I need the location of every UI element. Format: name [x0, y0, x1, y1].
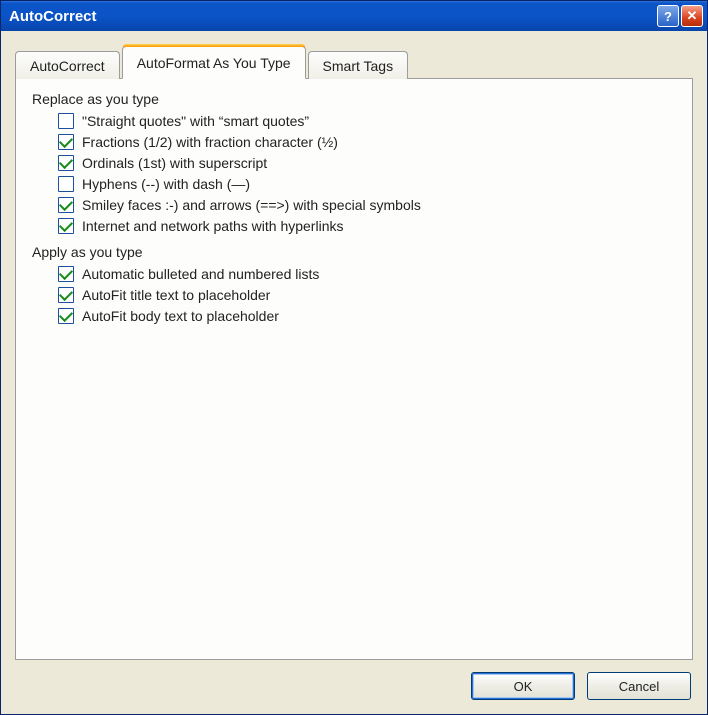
option-label: AutoFit body text to placeholder — [82, 308, 279, 324]
autocorrect-dialog: AutoCorrect ? ✕ AutoCorrect AutoFormat A… — [0, 0, 708, 715]
option-label: AutoFit title text to placeholder — [82, 287, 270, 303]
group-label-replace: Replace as you type — [32, 91, 676, 107]
option-straight-quotes: "Straight quotes" with “smart quotes” — [58, 113, 676, 129]
tab-panel: Replace as you type "Straight quotes" wi… — [15, 78, 693, 660]
group-label-apply: Apply as you type — [32, 244, 676, 260]
close-icon: ✕ — [687, 8, 698, 24]
checkbox-ordinals[interactable] — [58, 155, 74, 171]
checkbox-hyphens[interactable] — [58, 176, 74, 192]
dialog-title: AutoCorrect — [9, 8, 655, 25]
option-hyperlinks: Internet and network paths with hyperlin… — [58, 218, 676, 234]
checkbox-straight-quotes[interactable] — [58, 113, 74, 129]
tab-label: Smart Tags — [323, 58, 394, 74]
option-label: Ordinals (1st) with superscript — [82, 155, 267, 171]
option-label: Fractions (1/2) with fraction character … — [82, 134, 338, 150]
cancel-button[interactable]: Cancel — [587, 672, 691, 700]
tabstrip: AutoCorrect AutoFormat As You Type Smart… — [15, 45, 693, 79]
option-hyphens: Hyphens (--) with dash (—) — [58, 176, 676, 192]
option-autofit-body: AutoFit body text to placeholder — [58, 308, 676, 324]
dialog-body: AutoCorrect AutoFormat As You Type Smart… — [1, 31, 707, 714]
tab-smart-tags[interactable]: Smart Tags — [308, 51, 409, 79]
tab-label: AutoCorrect — [30, 58, 105, 74]
tab-autoformat-as-you-type[interactable]: AutoFormat As You Type — [122, 46, 306, 79]
close-button[interactable]: ✕ — [681, 5, 703, 27]
option-fractions: Fractions (1/2) with fraction character … — [58, 134, 676, 150]
option-label: Internet and network paths with hyperlin… — [82, 218, 343, 234]
help-icon: ? — [664, 9, 672, 24]
ok-button[interactable]: OK — [471, 672, 575, 700]
option-autofit-title: AutoFit title text to placeholder — [58, 287, 676, 303]
titlebar[interactable]: AutoCorrect ? ✕ — [1, 1, 707, 31]
button-label: Cancel — [619, 679, 659, 694]
option-label: Smiley faces :-) and arrows (==>) with s… — [82, 197, 421, 213]
option-label: Automatic bulleted and numbered lists — [82, 266, 319, 282]
checkbox-autofit-body[interactable] — [58, 308, 74, 324]
tab-autocorrect[interactable]: AutoCorrect — [15, 51, 120, 79]
tab-label: AutoFormat As You Type — [137, 55, 291, 71]
checkbox-hyperlinks[interactable] — [58, 218, 74, 234]
checkbox-autofit-title[interactable] — [58, 287, 74, 303]
dialog-footer: OK Cancel — [15, 660, 693, 704]
button-label: OK — [514, 679, 533, 694]
checkbox-bulleted-lists[interactable] — [58, 266, 74, 282]
option-ordinals: Ordinals (1st) with superscript — [58, 155, 676, 171]
help-button[interactable]: ? — [657, 5, 679, 27]
option-smiley: Smiley faces :-) and arrows (==>) with s… — [58, 197, 676, 213]
option-label: Hyphens (--) with dash (—) — [82, 176, 250, 192]
option-label: "Straight quotes" with “smart quotes” — [82, 113, 309, 129]
checkbox-smiley[interactable] — [58, 197, 74, 213]
option-bulleted-lists: Automatic bulleted and numbered lists — [58, 266, 676, 282]
checkbox-fractions[interactable] — [58, 134, 74, 150]
